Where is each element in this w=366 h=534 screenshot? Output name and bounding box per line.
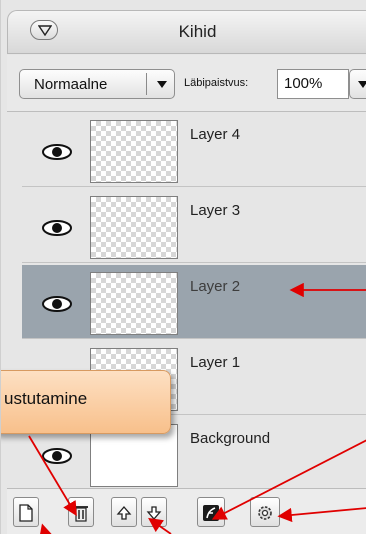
layer-row[interactable]: Layer 2 (22, 265, 366, 339)
move-layer-down-button[interactable] (141, 497, 167, 527)
gear-icon (258, 506, 272, 520)
eye-icon[interactable] (42, 220, 72, 236)
divider (146, 73, 147, 95)
layer-name: Layer 1 (190, 354, 241, 371)
panel-header: Kihid (7, 10, 366, 54)
layer-thumbnail (90, 272, 178, 335)
opacity-input[interactable]: 100% (277, 69, 349, 99)
eye-icon[interactable] (42, 144, 72, 160)
layer-thumbnail (90, 196, 178, 259)
move-up-icon (116, 506, 132, 520)
move-layer-up-button[interactable] (111, 497, 137, 527)
layer-row[interactable]: Layer 3 (22, 189, 366, 263)
eye-icon[interactable] (42, 448, 72, 464)
layer-name: Layer 4 (190, 126, 241, 143)
trash-icon (74, 506, 88, 522)
eye-icon[interactable] (42, 296, 72, 312)
blend-mode-value: Normaalne (34, 76, 108, 93)
layer-style-icon (203, 505, 219, 521)
chevron-down-icon (358, 81, 366, 88)
chevron-down-icon (157, 81, 167, 88)
delete-layer-button[interactable] (68, 497, 94, 527)
layer-toolbar (7, 488, 366, 534)
panel-settings-button[interactable] (250, 497, 280, 527)
move-down-icon (146, 506, 162, 520)
layer-name: Layer 2 (190, 278, 241, 295)
tooltip: ustutamine (1, 370, 171, 434)
layer-style-button[interactable] (197, 497, 225, 527)
blend-mode-select[interactable]: Normaalne (19, 69, 175, 99)
opacity-dropdown-button[interactable] (349, 69, 366, 99)
layer-name: Layer 3 (190, 202, 241, 219)
panel-title: Kihid (178, 22, 217, 41)
new-layer-button[interactable] (13, 497, 39, 527)
opacity-label: Läbipaistvus: (184, 77, 249, 89)
new-layer-icon (19, 504, 33, 522)
layer-name: Background (190, 430, 271, 447)
layer-row[interactable]: Layer 4 (22, 113, 366, 187)
layer-thumbnail (90, 120, 178, 183)
layer-options-bar: Normaalne Läbipaistvus: 100% (7, 55, 366, 112)
tooltip-text: ustutamine (4, 389, 88, 408)
layers-panel: Kihid Normaalne Läbipaistvus: 100% Layer… (0, 0, 366, 534)
